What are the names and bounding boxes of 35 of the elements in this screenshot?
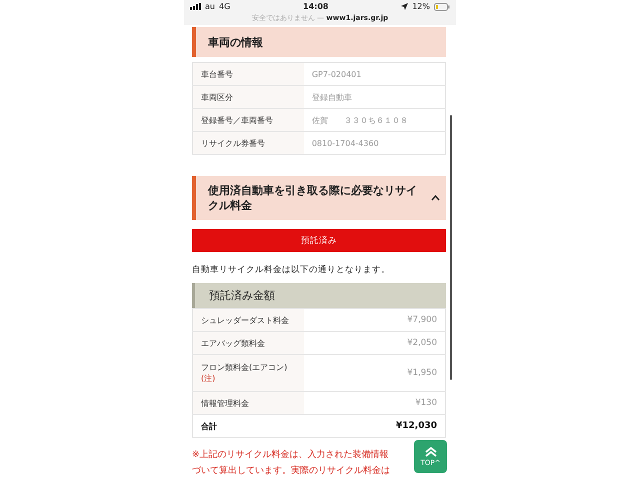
table-cell: 合計 bbox=[192, 414, 304, 438]
note-link[interactable]: (注) bbox=[201, 374, 216, 383]
clock-time: 14:08 bbox=[303, 2, 328, 11]
status-button[interactable]: 預託済み bbox=[192, 229, 446, 252]
table-cell: GP7-020401 bbox=[304, 62, 446, 86]
table-cell: ¥130 bbox=[304, 392, 446, 414]
battery-icon bbox=[434, 2, 450, 10]
intro-text: 自動車リサイクル料金は以下の通りとなります。 bbox=[192, 264, 391, 276]
table-heading: 預託済み金額 bbox=[192, 283, 446, 308]
table-cell: 車台番号 bbox=[192, 62, 304, 86]
table-cell: 車両区分 bbox=[192, 86, 304, 108]
table-cell: シュレッダーダスト料金 bbox=[192, 308, 304, 332]
section-heading: 車両の情報 bbox=[192, 27, 446, 57]
table-cell: リサイクル券番号 bbox=[192, 132, 304, 154]
location-arrow-icon bbox=[401, 3, 408, 10]
table-cell: ¥1,950 bbox=[304, 354, 446, 392]
table-cell: 0810-1704-4360 bbox=[304, 132, 446, 154]
table-cell: ¥12,030 bbox=[304, 414, 446, 438]
warning-text: ※上記のリサイクル料金は、入力された装備情報 bbox=[192, 448, 390, 462]
network-label: 4G bbox=[218, 2, 230, 11]
table-cell: ¥2,050 bbox=[304, 332, 446, 354]
fee-label: フロン類料金(エアコン) bbox=[201, 363, 288, 372]
table-cell: 登録番号／車両番号 bbox=[192, 108, 304, 132]
battery-percent: 12% bbox=[412, 2, 430, 11]
warning-text: づいて算出しています。実際のリサイクル料金は bbox=[192, 464, 391, 478]
section-heading[interactable]: 使用済自動車を引き取る際に必要なリサイクル料金 bbox=[192, 176, 446, 220]
double-chevron-icon bbox=[424, 446, 436, 456]
table-cell: ¥7,900 bbox=[304, 308, 446, 332]
table-cell: 登録自動車 bbox=[304, 86, 446, 108]
carrier-label: au bbox=[205, 2, 215, 11]
section-title: 使用済自動車を引き取る際に必要なリサイクル料金 bbox=[208, 183, 418, 213]
signal-icon bbox=[190, 3, 201, 10]
table-cell: 情報管理料金 bbox=[192, 392, 304, 414]
table-cell: エアバッグ類料金 bbox=[192, 332, 304, 354]
table-cell: 佐賀 ３３０ち６１０８ bbox=[304, 108, 446, 132]
